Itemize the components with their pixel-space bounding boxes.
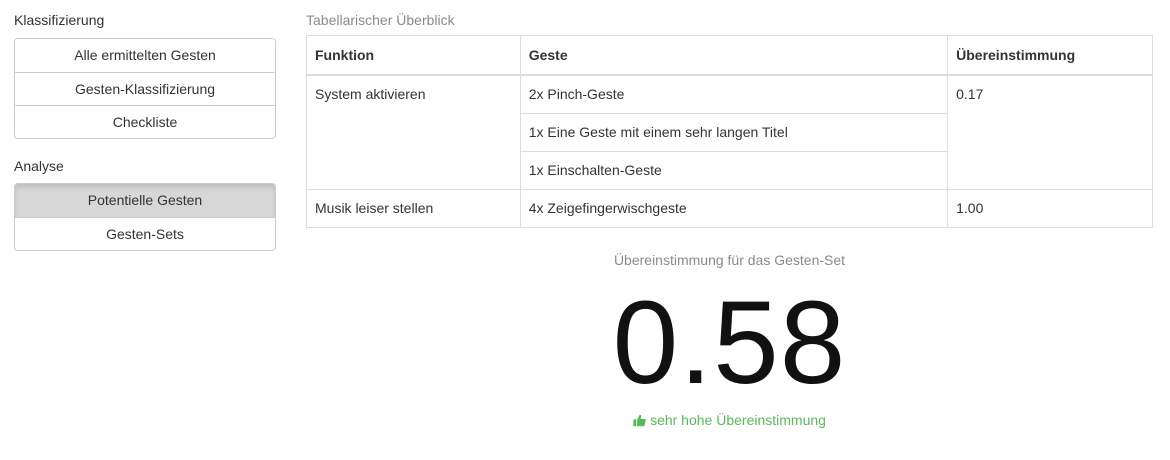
section-title-analyse: Analyse: [14, 158, 64, 174]
agreement-rating: sehr hohe Übereinstimmung: [633, 412, 826, 428]
agreement-summary: Übereinstimmung für das Gesten-Set 0.58 …: [306, 250, 1153, 432]
section-title-klassifizierung: Klassifizierung: [14, 12, 105, 28]
table-row: System aktivieren 2x Pinch-Geste 0.17: [306, 74, 1153, 190]
cell-agreement: 1.00: [947, 189, 1153, 228]
table-caption: Tabellarischer Überblick: [306, 12, 455, 28]
agreement-score: 0.58: [612, 277, 847, 409]
cell-agreement: 0.17: [947, 74, 1153, 190]
cell-function: System aktivieren: [306, 74, 521, 190]
header-function: Funktion: [306, 35, 521, 76]
classification-button-group: Alle ermittelten Gesten Gesten-Klassifiz…: [14, 38, 276, 139]
cell-gesture: 1x Einschalten-Geste: [519, 151, 949, 190]
rating-text: sehr hohe Übereinstimmung: [650, 412, 826, 428]
table-row: Musik leiser stellen 4x Zeigefingerwisch…: [306, 189, 1153, 228]
analysis-button-group: Potentielle Gesten Gesten-Sets: [14, 183, 276, 251]
cell-gesture: 2x Pinch-Geste: [519, 74, 949, 114]
cell-function: Musik leiser stellen: [306, 189, 521, 228]
header-agreement: Übereinstimmung: [947, 35, 1153, 76]
nav-button-potential-gestures[interactable]: Potentielle Gesten: [15, 184, 275, 217]
nav-button-checklist[interactable]: Checkliste: [15, 105, 275, 138]
nav-button-gesture-classification[interactable]: Gesten-Klassifizierung: [15, 72, 275, 105]
nav-button-all-gestures[interactable]: Alle ermittelten Gesten: [15, 39, 275, 72]
header-gesture: Geste: [519, 35, 949, 76]
cell-gesture: 4x Zeigefingerwischgeste: [519, 189, 949, 228]
thumbs-up-icon: [633, 414, 646, 426]
overview-table: Funktion Geste Übereinstimmung System ak…: [306, 35, 1153, 228]
nav-button-gesture-sets[interactable]: Gesten-Sets: [15, 217, 275, 250]
cell-gesture: 1x Eine Geste mit einem sehr langen Tite…: [519, 113, 949, 152]
table-header-row: Funktion Geste Übereinstimmung: [306, 35, 1153, 76]
summary-label: Übereinstimmung für das Gesten-Set: [613, 252, 846, 268]
